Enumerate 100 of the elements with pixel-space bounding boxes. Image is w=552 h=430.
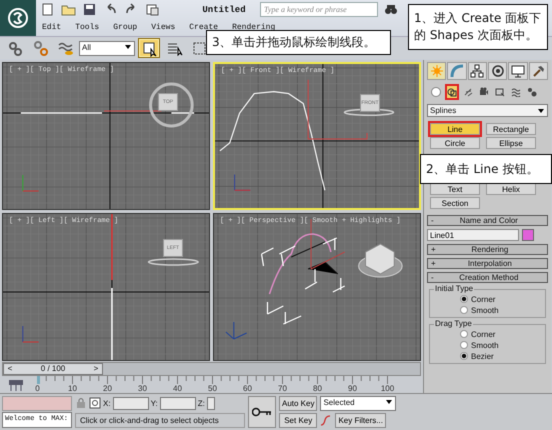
color-swatch[interactable] xyxy=(522,229,534,241)
radio-label: Bezier xyxy=(471,352,494,360)
filmstrip-icon xyxy=(8,378,24,392)
set-key-button[interactable]: Set Key xyxy=(279,413,318,428)
object-type-button[interactable]: Line xyxy=(430,123,480,135)
frame-number: 20 xyxy=(102,384,113,393)
group-title: Drag Type xyxy=(434,319,473,328)
radio-button[interactable] xyxy=(460,330,468,338)
key-mode-dropdown[interactable]: Selected xyxy=(320,396,396,411)
key-filters-button[interactable]: Key Filters... xyxy=(335,413,386,428)
project-folder-icon xyxy=(145,2,160,17)
dropdown-arrow-icon xyxy=(385,398,394,406)
object-type-button[interactable]: Helix xyxy=(486,183,536,195)
app-logo[interactable] xyxy=(0,0,36,36)
rollout-header[interactable]: + Interpolation xyxy=(427,258,548,269)
rollout-toggle[interactable]: + xyxy=(431,245,436,254)
frame-number: 100 xyxy=(380,384,396,393)
panel-tab[interactable] xyxy=(528,62,548,80)
category-button[interactable] xyxy=(445,84,459,100)
subcategory-dropdown[interactable]: Splines xyxy=(427,104,548,117)
curve-icon xyxy=(320,414,332,426)
status-prompt: Click or click-and-drag to select objects xyxy=(75,412,245,428)
gears-icon xyxy=(527,87,537,97)
lock-icon xyxy=(75,397,87,410)
binoculars-icon xyxy=(384,4,398,16)
rollout-toggle[interactable]: - xyxy=(431,216,434,225)
radio-button[interactable] xyxy=(460,306,468,314)
link-icon xyxy=(6,40,24,56)
radio-label: Corner xyxy=(471,330,496,338)
name-field[interactable]: Line01 xyxy=(427,229,519,241)
frame-number: 0 xyxy=(34,384,41,393)
search-field[interactable]: Type a keyword or phrase xyxy=(260,2,378,17)
rollout-header[interactable]: - Creation Method xyxy=(427,272,548,283)
menu-item[interactable]: Create xyxy=(189,23,218,32)
target-icon xyxy=(490,64,505,78)
coordinate-label: Y: xyxy=(150,398,158,408)
frame-counter: 0 / 100 xyxy=(40,364,66,374)
frame-number: 30 xyxy=(137,384,148,393)
monitor-icon xyxy=(510,64,525,78)
rollout-title: Name and Color xyxy=(458,216,519,225)
panel-tab[interactable] xyxy=(508,62,528,80)
menu-item[interactable]: Edit xyxy=(42,23,62,32)
key-icon xyxy=(252,407,272,417)
menu-item[interactable]: Tools xyxy=(75,23,100,32)
frame-number: 60 xyxy=(242,384,253,393)
light-icon xyxy=(463,87,473,97)
rollout-toggle[interactable]: - xyxy=(431,273,434,282)
radio-label: Corner xyxy=(471,294,496,304)
key-button[interactable] xyxy=(248,396,276,428)
callout: 3、单击并拖动鼠标绘制线段。 xyxy=(206,30,391,55)
rollout-title: Rendering xyxy=(470,245,510,254)
time-slider-thumb[interactable]: < 0 / 100 > xyxy=(3,363,103,375)
auto-key-button[interactable]: Auto Key xyxy=(279,396,318,411)
object-type-button[interactable]: Ellipse xyxy=(486,137,536,149)
hierarchy-icon xyxy=(470,64,484,78)
window-title: Untitled xyxy=(201,4,247,14)
object-type-button[interactable]: Rectangle xyxy=(486,123,536,135)
object-type-button[interactable]: Section xyxy=(430,197,480,209)
new-file-icon xyxy=(40,2,55,17)
dropdown-value: All xyxy=(82,42,91,54)
curve-icon xyxy=(450,64,464,78)
coordinate-field[interactable] xyxy=(206,396,215,410)
object-type-button[interactable]: Text xyxy=(430,183,480,195)
callout: 2、单击 Line 按钮。 xyxy=(420,154,552,184)
radio-label: Smooth xyxy=(471,306,499,314)
frame-number: 50 xyxy=(207,384,218,393)
object-type-button[interactable]: Circle xyxy=(430,137,480,149)
frame-number: 10 xyxy=(67,384,78,393)
menu-item[interactable]: Group xyxy=(113,23,138,32)
listener-field[interactable] xyxy=(2,396,72,412)
camera-icon xyxy=(479,87,489,97)
menu-item[interactable]: Views xyxy=(151,23,176,32)
menu-item[interactable]: Rendering xyxy=(232,23,276,32)
coordinate-field[interactable] xyxy=(160,396,196,410)
dropdown-value: Selected xyxy=(323,398,355,409)
frame-number: 80 xyxy=(312,384,323,393)
previous-frame-button[interactable]: < xyxy=(4,364,16,374)
frame-number: 90 xyxy=(347,384,358,393)
radio-button[interactable] xyxy=(460,295,468,303)
panel-tab[interactable] xyxy=(488,62,508,80)
dashed-rectangle-icon xyxy=(190,40,208,56)
panel-tab[interactable] xyxy=(468,62,487,80)
toolbar-button[interactable] xyxy=(138,38,160,58)
coordinate-field[interactable] xyxy=(112,396,149,410)
radio-button[interactable] xyxy=(460,352,468,360)
rollout-header[interactable]: - Name and Color xyxy=(427,215,548,226)
rollout-title: Interpolation xyxy=(466,259,513,268)
radio-button[interactable] xyxy=(460,341,468,349)
time-slider-track[interactable]: < 0 / 100 > xyxy=(2,362,421,376)
frame-number: 40 xyxy=(172,384,183,393)
dropdown-value: Splines xyxy=(430,106,456,115)
rollout-toggle[interactable]: + xyxy=(431,259,436,268)
rollout-header[interactable]: + Rendering xyxy=(427,244,548,255)
helper-icon xyxy=(495,87,505,97)
selection-filter-dropdown[interactable]: All xyxy=(79,40,135,56)
selection-icon xyxy=(89,397,101,410)
next-frame-button[interactable]: > xyxy=(90,364,102,374)
coordinate-label: Z: xyxy=(198,398,205,408)
shapes-icon xyxy=(447,87,457,97)
coordinate-label: X: xyxy=(103,398,111,408)
